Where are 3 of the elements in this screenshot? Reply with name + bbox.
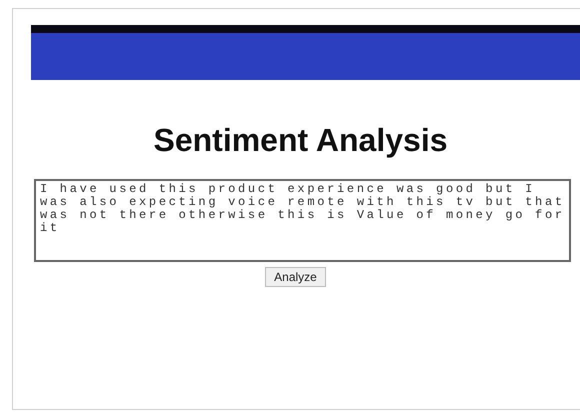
analyze-button[interactable]: Analyze: [265, 267, 326, 287]
page-title: Sentiment Analysis: [152, 122, 448, 159]
review-field[interactable]: I have used this product experience was good but I was also expecting voice remote with this tv but that was not there otherwise this is Value of money go for it: [34, 179, 571, 262]
